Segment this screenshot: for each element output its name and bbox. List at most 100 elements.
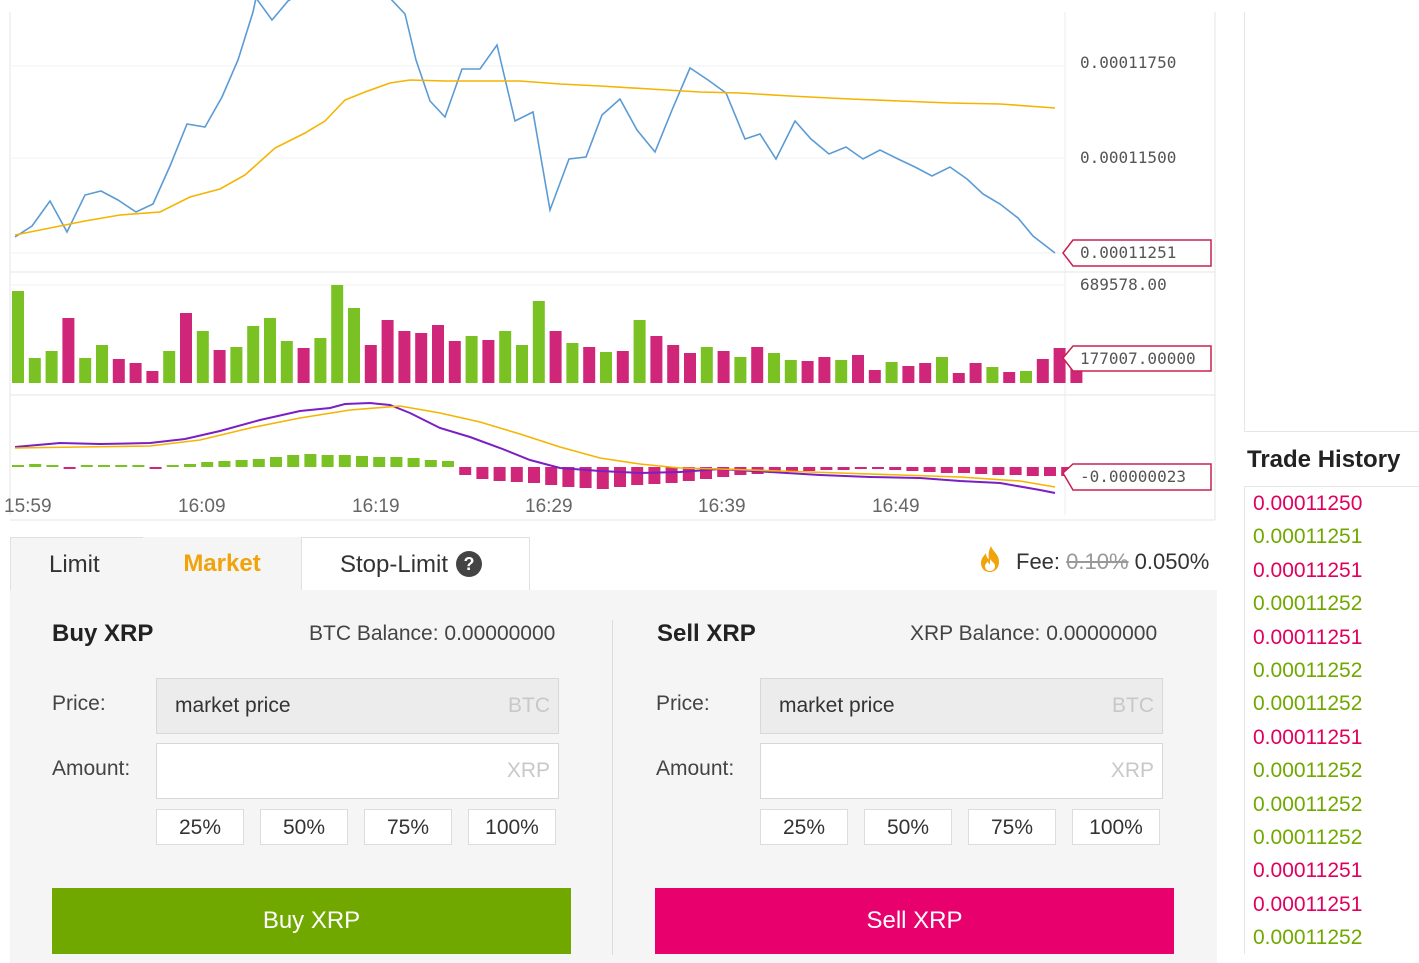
order-book-panel <box>1244 12 1419 432</box>
volume-bar <box>818 357 831 383</box>
macd-bar <box>958 467 970 473</box>
sell-form-title: Sell XRP <box>657 620 756 647</box>
trade-row: 0.00011252 <box>1253 825 1363 849</box>
volume-bar <box>381 320 394 383</box>
volume-bar <box>348 308 360 383</box>
volume-bar <box>196 331 209 383</box>
sell-price-value: market price <box>779 694 895 717</box>
sell-balance: XRP Balance: 0.00000000 <box>910 622 1158 645</box>
macd-bar <box>63 467 76 469</box>
fee-label: Fee: <box>1016 549 1061 574</box>
volume-bar <box>213 350 226 383</box>
volume-max-label: 689578.00 <box>1080 275 1167 294</box>
time-axis-label: 16:39 <box>698 496 746 517</box>
volume-bar <box>667 345 680 383</box>
macd-bar <box>201 462 214 467</box>
volume-bar <box>516 345 528 383</box>
volume-bar <box>919 363 932 383</box>
volume-bar <box>801 361 814 383</box>
volume-bar <box>700 347 713 383</box>
trade-row: 0.00011252 <box>1253 592 1363 616</box>
volume-bar <box>717 351 730 383</box>
volume-bar <box>247 326 260 383</box>
volume-bar <box>314 338 327 383</box>
tab-limit[interactable]: Limit <box>10 537 143 591</box>
macd-bar <box>98 465 110 467</box>
volume-bar <box>448 341 461 383</box>
volume-bar <box>465 336 478 383</box>
volume-bar <box>684 353 696 383</box>
volume-bar <box>566 343 579 383</box>
volume-bar <box>549 331 562 383</box>
volume-bar <box>835 360 848 383</box>
volume-bar <box>264 318 276 383</box>
buy-form-title: Buy XRP <box>52 620 154 647</box>
current-price-value: 0.00011251 <box>1080 243 1176 262</box>
volume-bar <box>868 370 881 383</box>
volume-bar <box>532 301 545 383</box>
volume-bar <box>1003 372 1016 383</box>
sell-price-input[interactable]: market price BTC <box>760 678 1163 734</box>
volume-bar <box>852 355 864 383</box>
sell-percent-25-button[interactable]: 25% <box>760 809 848 845</box>
macd-bar <box>218 461 231 467</box>
macd-bar <box>1044 467 1056 476</box>
volume-current-tag: 177007.00000 <box>1062 345 1212 372</box>
macd-bar <box>115 465 128 467</box>
macd-bar <box>940 467 953 473</box>
volume-bar <box>96 345 108 383</box>
volume-bar <box>432 325 444 383</box>
sell-percent-100-button[interactable]: 100% <box>1072 809 1160 845</box>
macd-bar <box>906 467 919 471</box>
fee-old-value: 0.10% <box>1066 549 1129 574</box>
volume-bar <box>331 285 344 383</box>
tab-stop-limit-label: Stop-Limit <box>340 551 449 578</box>
macd-bar <box>166 465 179 467</box>
volume-bar <box>784 360 797 383</box>
tab-stop-limit[interactable]: Stop-Limit? <box>301 537 530 591</box>
volume-bar <box>986 367 999 383</box>
help-icon[interactable]: ? <box>456 551 483 577</box>
sell-button[interactable]: Sell XRP <box>655 888 1174 954</box>
buy-amount-input[interactable]: XRP <box>156 743 559 799</box>
macd-current-value: -0.00000023 <box>1080 467 1186 486</box>
volume-bar <box>768 353 780 383</box>
volume-bar <box>499 331 512 383</box>
macd-bar <box>442 461 454 467</box>
price-line <box>14 0 1056 254</box>
buy-price-input[interactable]: market price BTC <box>156 678 559 734</box>
buy-percent-25-button[interactable]: 25% <box>156 809 244 845</box>
macd-bar <box>872 467 884 469</box>
volume-bar <box>885 362 898 383</box>
macd-bar <box>562 467 575 487</box>
buy-percent-100-button[interactable]: 100% <box>468 809 556 845</box>
macd-bar <box>665 467 678 483</box>
macd-bar <box>80 465 93 467</box>
buy-percent-75-button[interactable]: 75% <box>364 809 452 845</box>
price-chart[interactable]: 0.00011750 0.00011500 0.00011251 689578.… <box>0 0 1230 530</box>
macd-bar <box>149 467 162 469</box>
volume-bar <box>482 340 495 383</box>
volume-bar <box>1020 371 1032 383</box>
trade-history-list: 0.00011250 0.00011251 0.00011251 0.00011252… <box>1244 487 1419 955</box>
macd-bar <box>46 465 59 467</box>
volume-bar <box>734 357 747 383</box>
volume-bar <box>969 363 982 383</box>
sell-percent-50-button[interactable]: 50% <box>864 809 952 845</box>
buy-percent-50-button[interactable]: 50% <box>260 809 348 845</box>
sell-amount-input[interactable]: XRP <box>760 743 1163 799</box>
volume-bars <box>12 285 1083 383</box>
sell-percent-75-button[interactable]: 75% <box>968 809 1056 845</box>
macd-bar <box>252 459 265 467</box>
tab-market[interactable]: Market <box>143 537 301 591</box>
macd-bar <box>1009 467 1022 475</box>
trade-row: 0.00011251 <box>1253 859 1363 883</box>
macd-bar <box>510 467 523 482</box>
volume-bar <box>1036 359 1049 383</box>
buy-button[interactable]: Buy XRP <box>52 888 571 954</box>
macd-bar <box>287 455 300 467</box>
macd-bar <box>545 467 558 485</box>
macd-bar <box>614 467 626 487</box>
fire-icon <box>981 546 999 572</box>
volume-bar <box>297 348 310 383</box>
